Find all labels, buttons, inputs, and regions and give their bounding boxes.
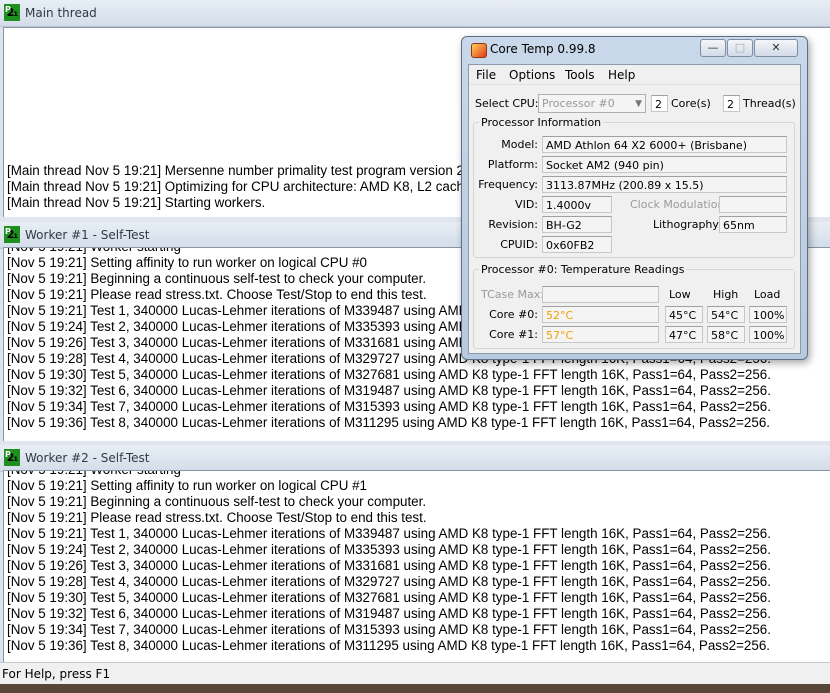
cores-count: 2	[651, 95, 668, 112]
log-line: [Nov 5 19:24] Test 2, 340000 Lucas-Lehme…	[7, 542, 771, 557]
frequency-value: 3113.87MHz (200.89 x 15.5)	[542, 176, 787, 193]
core1-high: 58°C	[707, 326, 745, 343]
menu-options[interactable]: Options	[509, 68, 555, 82]
chevron-down-icon: ▼	[635, 99, 642, 109]
log-line: [Nov 5 19:21] Setting affinity to run wo…	[7, 478, 368, 493]
select-cpu-dropdown[interactable]: Processor #0 ▼	[538, 94, 646, 113]
log-line: [Nov 5 19:32] Test 6, 340000 Lucas-Lehme…	[7, 383, 771, 398]
log-line: [Nov 5 19:28] Test 4, 340000 Lucas-Lehme…	[7, 574, 771, 589]
core0-load: 100%	[749, 306, 787, 323]
worker2-titlebar[interactable]: P 2₁ Worker #2 - Self-Test	[0, 445, 830, 472]
lithography-value: 65nm	[719, 216, 787, 233]
status-bar: For Help, press F1	[0, 662, 830, 685]
worker2-title: Worker #2 - Self-Test	[25, 451, 150, 465]
temperature-title: Processor #0: Temperature Readings	[479, 263, 687, 276]
close-button[interactable]: ✕	[754, 39, 798, 57]
prime95-icon: P 2₁	[4, 226, 20, 243]
clock-mod-value	[719, 196, 787, 213]
log-line: [Nov 5 19:21] Test 1, 340000 Lucas-Lehme…	[7, 526, 771, 541]
log-line: [Nov 5 19:34] Test 7, 340000 Lucas-Lehme…	[7, 622, 771, 637]
core1-low: 47°C	[665, 326, 703, 343]
core0-label: Core #0:	[489, 308, 538, 321]
log-line: [Nov 5 19:30] Test 5, 340000 Lucas-Lehme…	[7, 367, 771, 382]
worker2-console[interactable]: [Nov 5 19:21] Worker starting [Nov 5 19:…	[3, 470, 830, 663]
desktop-background	[0, 684, 830, 693]
log-line: [Nov 5 19:21] Please read stress.txt. Ch…	[7, 510, 427, 525]
main-thread-titlebar[interactable]: P 2₁ Main thread	[0, 0, 830, 27]
log-line: [Nov 5 19:32] Test 6, 340000 Lucas-Lehme…	[7, 606, 771, 621]
menu-help[interactable]: Help	[608, 68, 635, 82]
revision-value: BH-G2	[542, 216, 612, 233]
maximize-button[interactable]: □	[727, 39, 753, 57]
vid-value: 1.4000v	[542, 196, 612, 213]
log-line: [Nov 5 19:26] Test 3, 340000 Lucas-Lehme…	[7, 558, 771, 573]
low-column-header: Low	[669, 288, 691, 301]
coretemp-title: Core Temp 0.99.8	[490, 42, 596, 56]
core0-high: 54°C	[707, 306, 745, 323]
model-value: AMD Athlon 64 X2 6000+ (Brisbane)	[542, 136, 787, 153]
menu-file[interactable]: File	[476, 68, 496, 82]
tcase-value	[542, 286, 659, 303]
core0-low: 45°C	[665, 306, 703, 323]
core1-label: Core #1:	[489, 328, 538, 341]
minimize-button[interactable]: —	[700, 39, 726, 57]
log-line: [Nov 5 19:21] Beginning a continuous sel…	[7, 494, 427, 509]
tcase-label: TCase Max:	[481, 288, 544, 301]
log-line: [Nov 5 19:36] Test 8, 340000 Lucas-Lehme…	[7, 415, 770, 430]
frequency-label: Frequency:	[478, 178, 538, 191]
load-column-header: Load	[754, 288, 781, 301]
cpuid-label: CPUID:	[500, 238, 538, 251]
menu-bar: File Options Tools Help	[469, 65, 800, 85]
prime95-icon: P 2₁	[4, 449, 20, 466]
select-cpu-value: Processor #0	[542, 97, 615, 110]
cpuid-value: 0x60FB2	[542, 236, 612, 253]
high-column-header: High	[713, 288, 739, 301]
log-line: [Nov 5 19:36] Test 8, 340000 Lucas-Lehme…	[7, 638, 770, 653]
core1-load: 100%	[749, 326, 787, 343]
model-label: Model:	[501, 138, 538, 151]
platform-value: Socket AM2 (940 pin)	[542, 156, 787, 173]
log-line: [Nov 5 19:34] Test 7, 340000 Lucas-Lehme…	[7, 399, 771, 414]
log-line: [Nov 5 19:30] Test 5, 340000 Lucas-Lehme…	[7, 590, 771, 605]
clock-mod-label: Clock Modulation:	[630, 198, 729, 211]
platform-label: Platform:	[487, 158, 538, 171]
menu-tools[interactable]: Tools	[565, 68, 595, 82]
coretemp-window[interactable]: Core Temp 0.99.8 — □ ✕ File Options Tool…	[461, 36, 808, 360]
threads-label: Thread(s)	[743, 97, 796, 110]
main-thread-title: Main thread	[25, 6, 97, 20]
vid-label: VID:	[515, 198, 538, 211]
core0-temp: 52°C	[542, 306, 659, 323]
prime95-icon: P 2₁	[4, 4, 20, 21]
log-line: [Nov 5 19:21] Worker starting	[7, 471, 771, 478]
revision-label: Revision:	[488, 218, 538, 231]
cores-label: Core(s)	[671, 97, 711, 110]
lithography-label: Lithography:	[653, 218, 722, 231]
status-text: For Help, press F1	[2, 667, 111, 681]
coretemp-body: File Options Tools Help Select CPU: Proc…	[468, 64, 801, 354]
core1-temp: 57°C	[542, 326, 659, 343]
coretemp-icon	[471, 43, 487, 58]
processor-info-title: Processor Information	[479, 116, 604, 129]
threads-count: 2	[723, 95, 740, 112]
worker1-title: Worker #1 - Self-Test	[25, 228, 150, 242]
worker2-window[interactable]: P 2₁ Worker #2 - Self-Test [Nov 5 19:21] …	[0, 445, 830, 663]
select-cpu-label: Select CPU:	[475, 97, 539, 110]
